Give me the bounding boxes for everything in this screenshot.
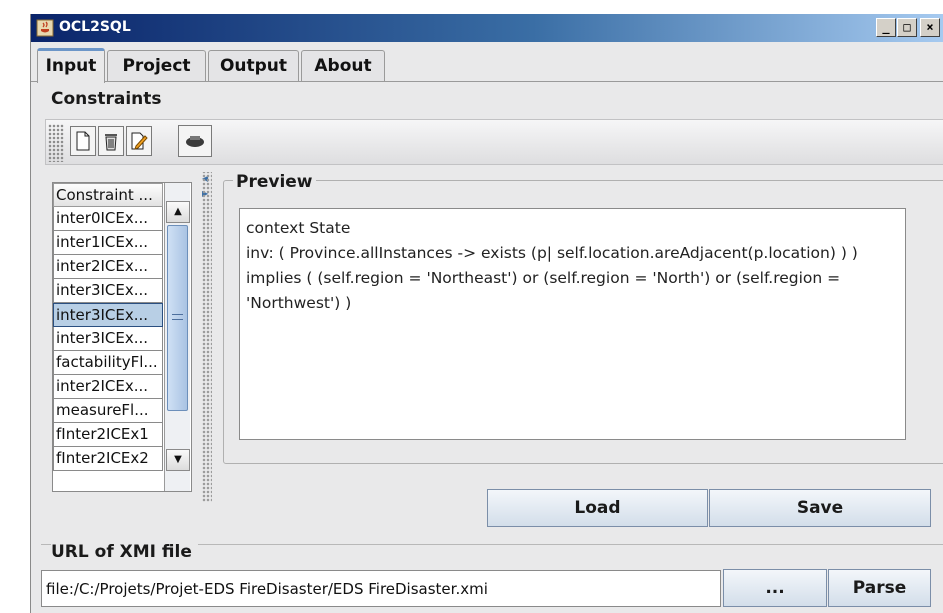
tab-output[interactable]: Output <box>208 50 299 82</box>
save-button[interactable]: Save <box>709 489 931 527</box>
list-item[interactable]: fInter2ICEx1 <box>53 423 163 447</box>
constraints-title: Constraints <box>51 89 162 109</box>
delete-trash-icon <box>105 134 117 151</box>
split-pane-divider[interactable] <box>202 172 212 502</box>
tab-about[interactable]: About <box>301 50 385 82</box>
preview-line: 'Northwest') ) <box>246 294 352 312</box>
browse-button[interactable]: ... <box>723 569 827 607</box>
app-window: OCL2SQL _ □ × Input Project Output About… <box>30 14 943 613</box>
preview-line: implies ( (self.region = 'Northeast') or… <box>246 269 841 287</box>
run-button[interactable] <box>178 125 212 157</box>
list-column-header[interactable]: Constraint ... <box>53 183 163 207</box>
tab-project[interactable]: Project <box>107 50 206 82</box>
preview-text-area[interactable]: context State inv: ( Province.allInstanc… <box>239 208 906 440</box>
tab-input[interactable]: Input <box>37 48 105 83</box>
grip-icon <box>172 314 183 320</box>
list-item[interactable]: factabilityFl... <box>53 351 163 375</box>
new-constraint-button[interactable] <box>70 126 96 156</box>
preview-line: inv: ( Province.allInstances -> exists (… <box>246 244 858 262</box>
list-item[interactable]: inter2ICEx... <box>53 255 163 279</box>
minimize-button[interactable]: _ <box>876 18 896 37</box>
edit-constraint-button[interactable] <box>126 126 152 156</box>
list-item[interactable]: measureFl... <box>53 399 163 423</box>
list-item[interactable]: inter1ICEx... <box>53 231 163 255</box>
constraint-list[interactable]: Constraint ... inter0ICEx... inter1ICEx.… <box>52 182 192 492</box>
title-bar[interactable]: OCL2SQL _ □ × <box>31 14 943 42</box>
window-title: OCL2SQL <box>59 19 131 35</box>
scroll-thumb[interactable] <box>167 225 188 411</box>
list-item[interactable]: fInter2ICEx2 <box>53 447 163 471</box>
close-button[interactable]: × <box>920 18 940 37</box>
preview-title: Preview <box>233 172 316 192</box>
maximize-button[interactable]: □ <box>897 18 917 37</box>
list-scrollbar[interactable]: ▲ ▼ <box>164 183 190 491</box>
run-icon <box>186 136 204 147</box>
list-item[interactable]: inter2ICEx... <box>53 375 163 399</box>
load-button[interactable]: Load <box>487 489 708 527</box>
tab-divider <box>31 81 943 82</box>
scroll-down-icon[interactable]: ▼ <box>166 449 190 471</box>
java-app-icon <box>36 19 54 37</box>
edit-icon <box>131 132 148 150</box>
parse-button[interactable]: Parse <box>828 569 931 607</box>
constraints-toolbar <box>45 119 943 165</box>
xmi-path-field[interactable]: file:/C:/Projets/Projet-EDS FireDisaster… <box>41 570 721 607</box>
list-item-selected[interactable]: inter3ICEx... <box>53 303 163 327</box>
new-document-icon <box>76 131 90 151</box>
scroll-up-icon[interactable]: ▲ <box>166 201 190 223</box>
list-item[interactable]: inter3ICEx... <box>53 327 163 351</box>
toolbar-grip[interactable] <box>48 124 64 162</box>
list-item[interactable]: inter0ICEx... <box>53 207 163 231</box>
list-item[interactable]: inter3ICEx... <box>53 279 163 303</box>
xmi-title: URL of XMI file <box>51 542 198 562</box>
preview-line: context State <box>246 219 351 237</box>
delete-constraint-button[interactable] <box>98 126 124 156</box>
